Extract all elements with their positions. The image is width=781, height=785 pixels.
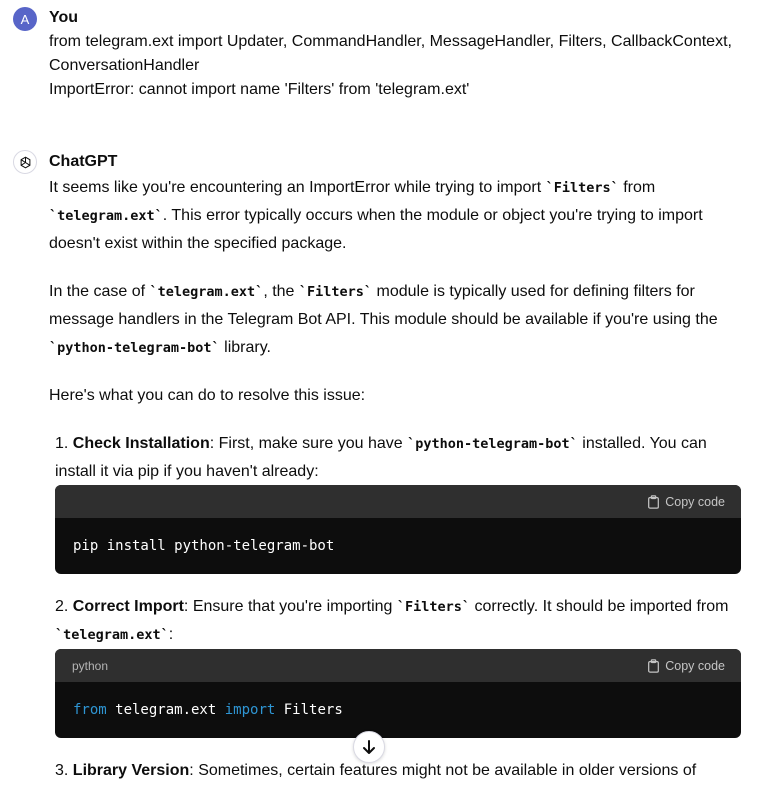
copy-code-button[interactable]: Copy code: [647, 495, 725, 509]
text: : First, make sure you have: [209, 435, 408, 452]
clipboard-icon: [648, 494, 660, 509]
openai-logo-icon: [20, 156, 30, 168]
user-avatar: A: [13, 7, 37, 31]
clipboard-icon: [648, 658, 660, 673]
code-token: telegram.ext: [106, 702, 225, 718]
inline-code: `Filters`: [298, 284, 373, 300]
list-number: 3.: [55, 762, 69, 779]
list-item: 1. Check Installation: First, make sure …: [55, 430, 747, 486]
assistant-name: ChatGPT: [49, 153, 118, 170]
code-token: Filters: [275, 702, 343, 718]
user-line: ConversationHandler: [49, 57, 200, 74]
inline-code: `python-telegram-bot`: [49, 340, 220, 356]
code-language: python: [72, 658, 109, 673]
inline-code: `telegram.ext`: [149, 284, 264, 300]
inline-code: `python-telegram-bot`: [407, 436, 578, 452]
text: : Sometimes, certain features might not …: [189, 762, 697, 779]
code-block-pip: Copy code pip install python-telegram-bo…: [55, 485, 741, 574]
code-content: from telegram.ext import Filters: [55, 682, 741, 738]
text: from: [618, 179, 656, 196]
chatgpt-avatar: [13, 150, 37, 174]
text: It seems like you're encountering an Imp…: [49, 179, 546, 196]
copy-code-button[interactable]: Copy code: [647, 659, 725, 673]
text: , the: [263, 283, 299, 300]
keyword: import: [224, 702, 276, 718]
copy-code-label: Copy code: [665, 658, 725, 673]
list-number: 1.: [55, 435, 69, 452]
user-line: ImportError: cannot import name 'Filters…: [49, 81, 470, 98]
inline-code: `telegram.ext`: [55, 627, 169, 643]
text: : Ensure that you're importing: [183, 598, 397, 615]
list-item-title: Check Installation: [72, 435, 210, 452]
inline-code: `Filters`: [545, 180, 619, 196]
code-content: pip install python-telegram-bot: [55, 518, 741, 574]
user-message-text: from telegram.ext import Updater, Comman…: [49, 30, 749, 102]
paragraph-3: Here's what you can do to resolve this i…: [49, 387, 366, 404]
scroll-to-bottom-button[interactable]: [353, 731, 385, 763]
text: In the case of: [49, 283, 150, 300]
list-item: 2. Correct Import: Ensure that you're im…: [55, 593, 747, 649]
paragraph-1: It seems like you're encountering an Imp…: [49, 174, 749, 258]
code-line: from telegram.ext import Filters: [73, 702, 343, 718]
code-line: pip install python-telegram-bot: [73, 538, 335, 554]
inline-code: `Filters`: [396, 599, 471, 615]
inline-code: `telegram.ext`: [49, 208, 163, 224]
keyword: from: [73, 702, 107, 718]
code-header: python Copy code: [55, 649, 741, 682]
user-name: You: [49, 9, 79, 26]
list-number: 2.: [55, 598, 69, 615]
list-item-title: Library Version: [72, 762, 190, 779]
code-header: Copy code: [55, 485, 741, 518]
text: library.: [219, 339, 271, 356]
text: correctly. It should be imported from: [470, 598, 729, 615]
code-block-python: python Copy code from telegram.ext impor…: [55, 649, 741, 738]
user-line: from telegram.ext import Updater, Comman…: [49, 33, 732, 50]
text: :: [168, 626, 174, 643]
list-item-title: Correct Import: [72, 598, 184, 615]
copy-code-label: Copy code: [665, 494, 725, 509]
arrow-down-icon: [363, 740, 375, 754]
paragraph-2: In the case of `telegram.ext`, the `Filt…: [49, 278, 749, 362]
